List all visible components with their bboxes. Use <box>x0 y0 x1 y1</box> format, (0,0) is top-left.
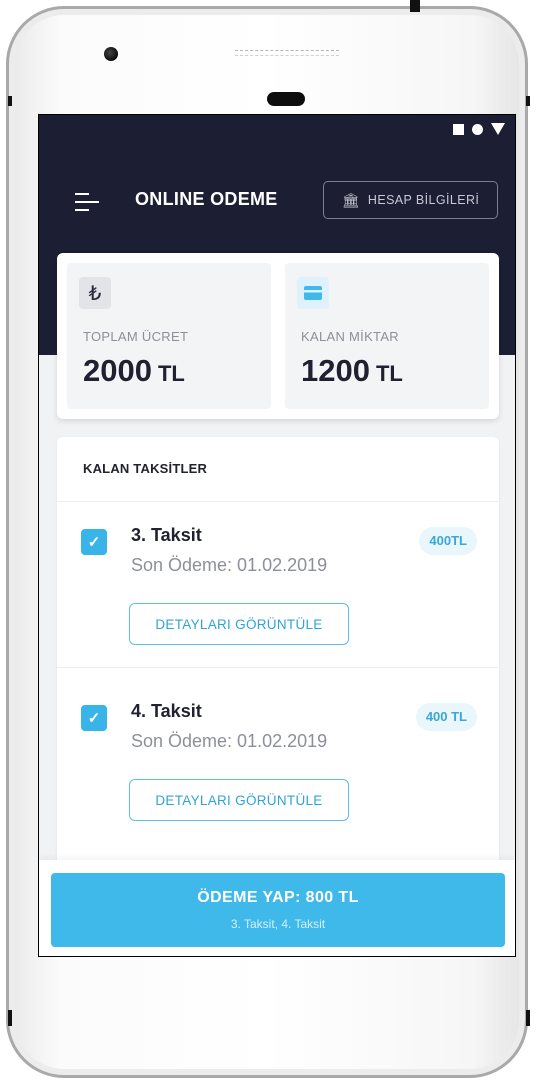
lira-icon: ₺ <box>79 277 111 309</box>
app-screen: ONLINE ODEME 🏛 HESAP BİLGİLERİ ₺ TOPLAM … <box>38 114 516 957</box>
installment-amount-badge: 400 TL <box>415 703 477 731</box>
remaining-label: KALAN MİKTAR <box>301 329 399 344</box>
pay-button[interactable]: ÖDEME YAP: 800 TL 3. Taksit, 4. Taksit <box>51 873 505 947</box>
installment-amount-badge: 400TL <box>419 527 477 555</box>
installment-item: ✓ 3. Taksit Son Ödeme: 01.02.2019 400TL … <box>57 501 499 667</box>
remaining-amount: 1200 TL <box>301 353 403 388</box>
side-button <box>526 96 530 106</box>
summary-panel: ₺ TOPLAM ÜCRET 2000 TL KALAN MİKTAR 1200 T… <box>57 253 499 419</box>
total-amount: 2000 TL <box>83 353 185 388</box>
installment-due-date: Son Ödeme: 01.02.2019 <box>131 555 328 575</box>
triangle-icon <box>491 123 505 135</box>
remaining-card: KALAN MİKTAR 1200 TL <box>285 263 489 409</box>
pay-bar: ÖDEME YAP: 800 TL 3. Taksit, 4. Taksit <box>39 860 515 956</box>
menu-icon[interactable] <box>75 191 101 213</box>
divider <box>57 667 499 668</box>
installment-title: 4. Taksit <box>131 701 202 721</box>
bank-info-button[interactable]: 🏛 HESAP BİLGİLERİ <box>323 181 498 219</box>
side-button-bottom-right <box>526 1010 530 1026</box>
installment-checkbox[interactable]: ✓ <box>81 705 107 731</box>
front-camera <box>104 47 118 61</box>
pay-button-subtitle: 3. Taksit, 4. Taksit <box>230 917 326 931</box>
installment-checkbox[interactable]: ✓ <box>81 529 107 555</box>
view-details-button[interactable]: DETAYLARI GÖRÜNTÜLE <box>129 779 349 821</box>
credit-card-icon <box>297 277 329 309</box>
total-card: ₺ TOPLAM ÜCRET 2000 TL <box>67 263 271 409</box>
installment-item: ✓ 4. Taksit Son Ödeme: 01.02.2019 400 TL… <box>57 677 499 843</box>
installment-title: 3. Taksit <box>131 525 202 545</box>
status-bar <box>453 123 505 135</box>
pay-button-label: ÖDEME YAP: 800 TL <box>197 889 359 906</box>
power-button <box>410 0 420 12</box>
circle-icon <box>472 123 483 135</box>
page-title: ONLINE ODEME <box>135 189 278 209</box>
square-icon <box>453 123 464 135</box>
speaker-grille <box>235 50 339 56</box>
installments-title: KALAN TAKSİTLER <box>83 461 208 476</box>
installment-due-date: Son Ödeme: 01.02.2019 <box>131 731 328 751</box>
bank-icon: 🏛 <box>341 191 360 208</box>
earpiece <box>267 92 305 106</box>
bank-info-label: HESAP BİLGİLERİ <box>367 193 480 207</box>
total-label: TOPLAM ÜCRET <box>83 329 189 344</box>
view-details-button[interactable]: DETAYLARI GÖRÜNTÜLE <box>129 603 349 645</box>
volume-button <box>8 96 12 106</box>
side-button-bottom-left <box>8 1010 12 1026</box>
